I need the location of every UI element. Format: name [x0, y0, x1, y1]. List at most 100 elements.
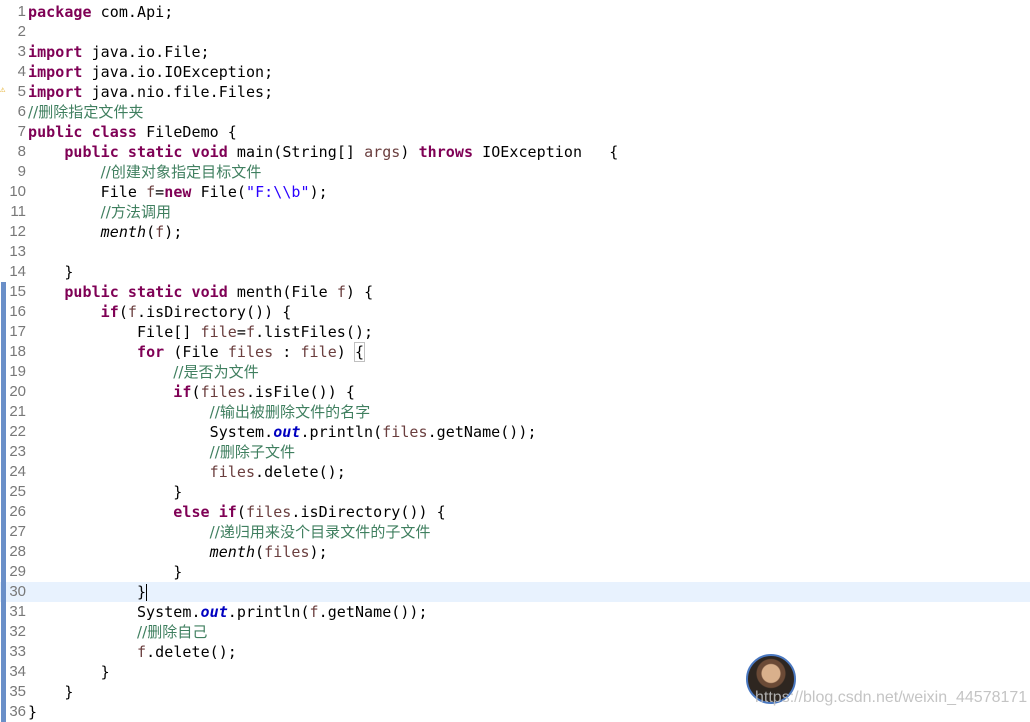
code-line[interactable]: 23 //删除子文件	[0, 442, 1030, 462]
code-token: .isFile()) {	[245, 383, 355, 401]
code-text: //删除自己	[28, 622, 207, 642]
code-line[interactable]: 11 //方法调用	[0, 202, 1030, 222]
code-line[interactable]: 30 }	[0, 582, 1030, 602]
code-line[interactable]: 33 f.delete();	[0, 642, 1030, 662]
line-number: 25	[9, 483, 26, 500]
line-number: 6	[17, 103, 26, 120]
keyword-token: for	[136, 343, 165, 361]
keyword-token: new	[164, 183, 192, 201]
code-line[interactable]: 13	[0, 242, 1030, 262]
line-number: 11	[10, 203, 26, 220]
code-text: menth(files);	[28, 542, 328, 562]
code-text: //方法调用	[28, 202, 171, 222]
code-line[interactable]: 29 }	[0, 562, 1030, 582]
code-token: );	[164, 223, 183, 241]
code-text: //创建对象指定目标文件	[28, 162, 262, 182]
code-token: java.nio.file.Files;	[82, 83, 274, 101]
code-line[interactable]: 10 File f=new File("F:\\b");	[0, 182, 1030, 202]
code-token: files	[200, 383, 246, 401]
code-line[interactable]: 27 //递归用来没个目录文件的子文件	[0, 522, 1030, 542]
code-text: }	[28, 482, 182, 502]
code-line[interactable]: 6//删除指定文件夹	[0, 102, 1030, 122]
code-line[interactable]: 4 import java.io.IOException;	[0, 62, 1030, 82]
code-line[interactable]: 31 System.out.println(f.getName());	[0, 602, 1030, 622]
code-line[interactable]: 21 //输出被删除文件的名字	[0, 402, 1030, 422]
code-token: .isDirectory()) {	[137, 303, 292, 321]
code-line[interactable]: 9 //创建对象指定目标文件	[0, 162, 1030, 182]
code-text: //删除指定文件夹	[28, 102, 144, 122]
code-line[interactable]: 1 package com.Api;	[0, 2, 1030, 22]
code-line[interactable]: 5 import java.nio.file.Files;	[0, 82, 1030, 102]
code-editor[interactable]: 1 package com.Api; 2 3 import java.io.File; 4…	[0, 0, 1030, 722]
line-number: 32	[9, 623, 26, 640]
code-text: import java.io.IOException;	[28, 62, 273, 82]
code-line[interactable]: 25 }	[0, 482, 1030, 502]
line-number: 16	[9, 303, 26, 320]
code-line[interactable]: 19 //是否为文件	[0, 362, 1030, 382]
line-number: 7	[17, 123, 26, 140]
code-line[interactable]: 20 if(files.isFile()) {	[0, 382, 1030, 402]
code-line[interactable]: 28 menth(files);	[0, 542, 1030, 562]
code-line[interactable]: 22 System.out.println(files.getName());	[0, 422, 1030, 442]
line-number: 21	[9, 403, 26, 420]
watermark-text: https://blog.csdn.net/weixin_44578171	[755, 689, 1028, 706]
code-line[interactable]: 2	[0, 22, 1030, 42]
code-line[interactable]: 3 import java.io.File;	[0, 42, 1030, 62]
code-line[interactable]: 7 public class FileDemo {	[0, 122, 1030, 142]
code-line[interactable]: 18 for (File files : file) {	[0, 342, 1030, 362]
keyword-token: public	[28, 123, 83, 141]
code-line[interactable]: 15 public static void menth(File f) {	[0, 282, 1030, 302]
line-number: 20	[9, 383, 26, 400]
code-token: File(	[191, 183, 246, 201]
line-number: 23	[9, 443, 26, 460]
line-number: 8	[17, 143, 26, 160]
code-token: out	[273, 423, 301, 441]
code-token: files	[227, 343, 274, 361]
code-text: }	[28, 682, 73, 702]
code-line[interactable]: 8 public static void main(String[] args)…	[0, 142, 1030, 162]
code-token: files	[264, 543, 310, 561]
code-line[interactable]: 16 if(f.isDirectory()) {	[0, 302, 1030, 322]
code-line[interactable]: 34 }	[0, 662, 1030, 682]
code-token: (	[118, 303, 128, 321]
comment-token: //方法调用	[100, 203, 172, 221]
code-token: .isDirectory()) {	[291, 503, 446, 521]
line-number: 24	[9, 463, 26, 480]
code-line[interactable]: 32 //删除自己	[0, 622, 1030, 642]
keyword-token: class	[91, 123, 137, 141]
code-line[interactable]: 14 }	[0, 262, 1030, 282]
code-text: }	[28, 702, 37, 722]
code-token: }	[28, 583, 147, 601]
code-line[interactable]: 17 File[] file=f.listFiles();	[0, 322, 1030, 342]
code-token: File	[28, 183, 147, 201]
code-token: File[]	[28, 323, 201, 341]
code-line[interactable]: 26 else if(files.isDirectory()) {	[0, 502, 1030, 522]
code-token: f	[336, 283, 346, 301]
code-token: .listFiles();	[255, 323, 374, 341]
code-line[interactable]: 12 menth(f);	[0, 222, 1030, 242]
line-number: 34	[9, 663, 26, 680]
code-token: main(String[]	[227, 143, 365, 161]
warning-icon[interactable]: ⚠	[0, 86, 8, 95]
line-number: 9	[17, 163, 26, 180]
code-token: }	[28, 663, 110, 681]
code-token: java.io.IOException;	[82, 63, 274, 81]
line-number: 1	[17, 3, 26, 20]
code-text: else if(files.isDirectory()) {	[28, 502, 446, 522]
keyword-token: import	[28, 63, 83, 81]
code-token: menth(File	[227, 283, 337, 301]
code-text: System.out.println(files.getName());	[28, 422, 537, 442]
code-line[interactable]: 24 files.delete();	[0, 462, 1030, 482]
code-token: ) {	[345, 283, 374, 301]
code-token: args	[364, 143, 401, 161]
line-number: 2	[17, 23, 26, 40]
